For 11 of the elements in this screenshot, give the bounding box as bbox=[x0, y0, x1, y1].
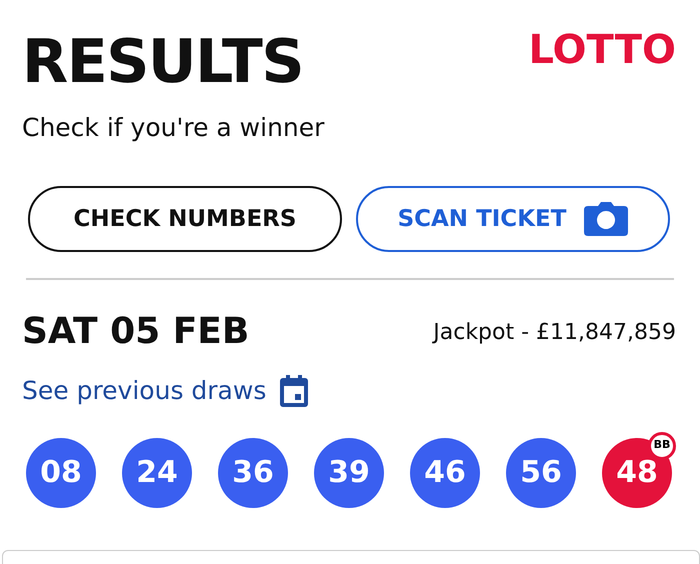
previous-draws-link[interactable]: See previous draws bbox=[22, 372, 266, 410]
jackpot-amount: Jackpot - £11,847,859 bbox=[433, 318, 677, 346]
bonus-badge: BB bbox=[648, 432, 676, 460]
camera-icon bbox=[584, 202, 628, 236]
scan-ticket-button[interactable]: SCAN TICKET bbox=[356, 186, 670, 252]
draw-date: SAT 05 FEB bbox=[22, 310, 250, 354]
lotto-logo: LOTTO bbox=[528, 26, 677, 74]
subtitle: Check if you're a winner bbox=[21, 112, 326, 144]
check-numbers-button[interactable]: CHECK NUMBERS bbox=[28, 186, 342, 252]
calendar-icon bbox=[280, 374, 308, 407]
page-title: RESULTS bbox=[22, 26, 304, 98]
